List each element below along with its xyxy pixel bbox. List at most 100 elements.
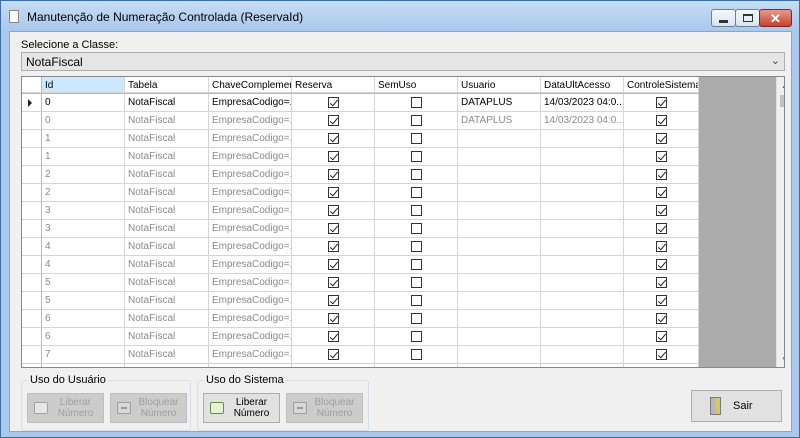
data-grid[interactable]: Id Tabela ChaveComplementar Reserva SemU… <box>21 76 785 368</box>
cell-semuso[interactable] <box>375 346 458 364</box>
checked-checkbox[interactable] <box>655 277 667 288</box>
checked-checkbox[interactable] <box>327 151 339 162</box>
cell-chave[interactable]: EmpresaCodigo=... <box>209 166 292 184</box>
row-header[interactable] <box>22 166 42 184</box>
cell-data[interactable] <box>541 220 624 238</box>
cell-controle[interactable] <box>624 220 699 238</box>
cell-id[interactable]: 5 <box>42 274 125 292</box>
cell-tabela[interactable]: NotaFiscal <box>125 148 209 166</box>
cell-data[interactable] <box>541 184 624 202</box>
cell-id[interactable]: 2 <box>42 166 125 184</box>
cell-data[interactable] <box>541 364 624 367</box>
cell-usuario[interactable] <box>458 130 541 148</box>
scroll-down-icon[interactable]: ▼ <box>777 351 784 367</box>
checked-checkbox[interactable] <box>655 331 667 342</box>
checked-checkbox[interactable] <box>327 313 339 324</box>
unchecked-checkbox[interactable] <box>410 169 422 180</box>
cell-id[interactable]: 3 <box>42 202 125 220</box>
table-row[interactable]: 6 NotaFiscal EmpresaCodigo=... <box>22 310 699 328</box>
table-row[interactable]: 4 NotaFiscal EmpresaCodigo=... <box>22 256 699 274</box>
cell-tabela[interactable]: NotaFiscal <box>125 256 209 274</box>
unchecked-checkbox[interactable] <box>410 151 422 162</box>
title-bar[interactable]: Manutenção de Numeração Controlada (Rese… <box>1 1 799 31</box>
cell-chave[interactable]: EmpresaCodigo=... <box>209 220 292 238</box>
cell-chave[interactable]: EmpresaCodigo=... <box>209 364 292 367</box>
cell-data[interactable] <box>541 256 624 274</box>
cell-reserva[interactable] <box>292 346 375 364</box>
unchecked-checkbox[interactable] <box>410 277 422 288</box>
cell-data[interactable] <box>541 310 624 328</box>
checked-checkbox[interactable] <box>655 169 667 180</box>
checked-checkbox[interactable] <box>327 169 339 180</box>
checked-checkbox[interactable] <box>327 205 339 216</box>
cell-controle[interactable] <box>624 274 699 292</box>
table-row[interactable]: 3 NotaFiscal EmpresaCodigo=... <box>22 202 699 220</box>
cell-controle[interactable] <box>624 238 699 256</box>
cell-chave[interactable]: EmpresaCodigo=... <box>209 238 292 256</box>
unchecked-checkbox[interactable] <box>410 313 422 324</box>
cell-usuario[interactable] <box>458 364 541 367</box>
row-header[interactable] <box>22 310 42 328</box>
checked-checkbox[interactable] <box>327 223 339 234</box>
cell-reserva[interactable] <box>292 256 375 274</box>
table-row[interactable]: 5 NotaFiscal EmpresaCodigo=... <box>22 274 699 292</box>
cell-tabela[interactable]: NotaFiscal <box>125 184 209 202</box>
cell-data[interactable]: 14/03/2023 04:0... <box>541 112 624 130</box>
cell-controle[interactable] <box>624 310 699 328</box>
cell-semuso[interactable] <box>375 94 458 112</box>
cell-usuario[interactable] <box>458 256 541 274</box>
row-header[interactable] <box>22 130 42 148</box>
cell-reserva[interactable] <box>292 220 375 238</box>
cell-data[interactable] <box>541 148 624 166</box>
row-header[interactable] <box>22 256 42 274</box>
cell-data[interactable] <box>541 238 624 256</box>
checked-checkbox[interactable] <box>655 349 667 360</box>
checked-checkbox[interactable] <box>655 223 667 234</box>
system-block-number-button[interactable]: Bloquear Número <box>286 393 363 423</box>
cell-usuario[interactable] <box>458 310 541 328</box>
class-select[interactable]: NotaFiscal ⌄ <box>21 52 785 71</box>
column-header-dataultacesso[interactable]: DataUltAcesso <box>541 77 624 93</box>
cell-data[interactable] <box>541 202 624 220</box>
cell-controle[interactable] <box>624 202 699 220</box>
cell-data[interactable] <box>541 130 624 148</box>
system-free-number-button[interactable]: Liberar Número <box>203 393 280 423</box>
table-row[interactable]: 0 NotaFiscal EmpresaCodigo=... DATAPLUS 14/0… <box>22 112 699 130</box>
unchecked-checkbox[interactable] <box>410 97 422 108</box>
cell-id[interactable]: 0 <box>42 94 125 112</box>
cell-semuso[interactable] <box>375 166 458 184</box>
checked-checkbox[interactable] <box>327 259 339 270</box>
cell-tabela[interactable]: NotaFiscal <box>125 112 209 130</box>
scroll-up-icon[interactable]: ▲ <box>777 77 784 93</box>
cell-chave[interactable]: EmpresaCodigo=... <box>209 148 292 166</box>
column-header-tabela[interactable]: Tabela <box>125 77 209 93</box>
cell-semuso[interactable] <box>375 112 458 130</box>
cell-semuso[interactable] <box>375 292 458 310</box>
cell-id[interactable]: 7 <box>42 364 125 367</box>
cell-semuso[interactable] <box>375 274 458 292</box>
cell-reserva[interactable] <box>292 130 375 148</box>
checked-checkbox[interactable] <box>327 277 339 288</box>
unchecked-checkbox[interactable] <box>410 205 422 216</box>
cell-id[interactable]: 6 <box>42 310 125 328</box>
cell-id[interactable]: 5 <box>42 292 125 310</box>
cell-controle[interactable] <box>624 94 699 112</box>
cell-controle[interactable] <box>624 148 699 166</box>
row-header[interactable] <box>22 346 42 364</box>
column-header-semuso[interactable]: SemUso <box>375 77 458 93</box>
column-header-usuario[interactable]: Usuario <box>458 77 541 93</box>
cell-reserva[interactable] <box>292 364 375 367</box>
exit-button[interactable]: Sair <box>691 390 782 422</box>
unchecked-checkbox[interactable] <box>410 115 422 126</box>
row-header[interactable] <box>22 202 42 220</box>
checked-checkbox[interactable] <box>655 313 667 324</box>
cell-usuario[interactable]: DATAPLUS <box>458 112 541 130</box>
cell-usuario[interactable] <box>458 148 541 166</box>
checked-checkbox[interactable] <box>327 241 339 252</box>
table-row[interactable]: 1 NotaFiscal EmpresaCodigo=... <box>22 148 699 166</box>
cell-id[interactable]: 1 <box>42 148 125 166</box>
cell-tabela[interactable]: NotaFiscal <box>125 364 209 367</box>
cell-id[interactable]: 0 <box>42 112 125 130</box>
row-header[interactable] <box>22 292 42 310</box>
cell-controle[interactable] <box>624 256 699 274</box>
